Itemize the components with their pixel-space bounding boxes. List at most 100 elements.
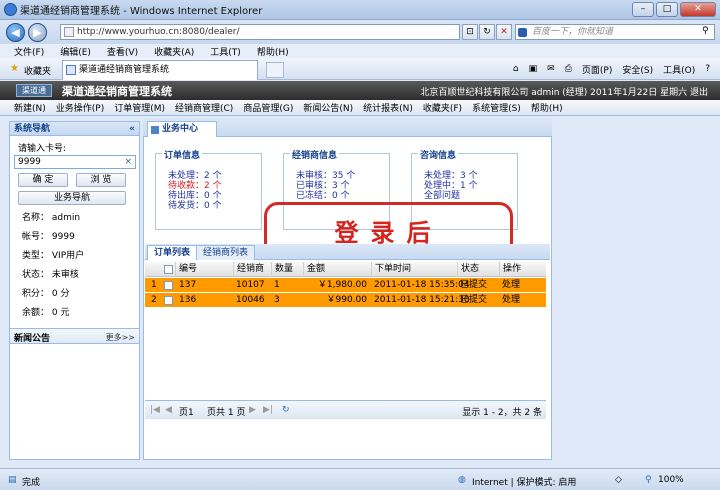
order-shipping[interactable]: 待发货：0 个 [168, 201, 222, 211]
menu-favorites[interactable]: 收藏夹(A) [154, 45, 194, 58]
col-dealer[interactable]: 经销商 [233, 262, 271, 277]
col-time[interactable]: 下单时间 [371, 262, 457, 277]
security-icon[interactable]: ◇ [615, 475, 622, 485]
consult-pending[interactable]: 未处理：3 个 [424, 171, 478, 181]
collapse-icon[interactable]: « [129, 122, 135, 136]
app-menu-orders[interactable]: 订单管理(M) [114, 101, 165, 114]
address-input[interactable]: http://www.yourhuo.cn:8080/dealer/ [60, 24, 460, 40]
field-account: 帐号： 9999 [22, 229, 75, 242]
row-id: 137 [179, 280, 197, 290]
tab-order-list[interactable]: 订单列表 [147, 245, 198, 260]
news-more-link[interactable]: 更多>> [106, 332, 135, 343]
row-time: 2011-01-18 15:21:30 [374, 295, 470, 305]
confirm-button[interactable]: 确 定 [18, 173, 68, 187]
maximize-icon[interactable]: □ [656, 2, 678, 17]
col-action[interactable]: 操作 [499, 262, 546, 277]
back-icon[interactable]: ◀ [6, 23, 25, 42]
app-menu-new[interactable]: 新建(N) [14, 101, 46, 114]
feeds-icon[interactable]: ▣ [529, 64, 538, 74]
dealer-reviewed[interactable]: 已审核：3 个 [296, 181, 355, 191]
dealer-frozen[interactable]: 已冻结：0 个 [296, 191, 355, 201]
next-page-icon[interactable]: ▶ [249, 405, 256, 415]
field-value: 9999 [51, 232, 75, 242]
app-menu-news[interactable]: 新闻公告(N) [303, 101, 353, 114]
window-controls: – □ ✕ [632, 2, 716, 17]
row-qty: 1 [274, 280, 280, 290]
menu-view[interactable]: 查看(V) [107, 45, 138, 58]
app-title: 渠道通经销商管理系统 [62, 85, 172, 98]
search-input[interactable]: 百度一下，你就知道 [515, 24, 715, 40]
row-process-link[interactable]: 处理 [502, 293, 520, 307]
compat-icon[interactable]: ⊡ [462, 24, 478, 40]
safety-menu[interactable]: 安全(S) [622, 63, 653, 76]
col-qty[interactable]: 数量 [271, 262, 303, 277]
dealer-unreviewed[interactable]: 未审核：35 个 [296, 171, 355, 181]
last-page-icon[interactable]: ▶| [263, 405, 273, 415]
tab-page-icon [66, 65, 76, 75]
first-page-icon[interactable]: |◀ [150, 405, 160, 415]
print-icon[interactable]: ⎙ [565, 64, 572, 74]
menu-tools[interactable]: 工具(T) [210, 45, 241, 58]
status-text: 完成 [22, 478, 41, 488]
row-time: 2011-01-18 15:35:04 [374, 280, 470, 290]
order-info-box: 订单信息 未处理：2 个 待收款：2 个 待出库：0 个 待发货：0 个 [155, 148, 262, 230]
tools-menu[interactable]: 工具(O) [663, 63, 695, 76]
menu-help[interactable]: 帮助(H) [257, 45, 289, 58]
app-menu-business[interactable]: 业务操作(P) [56, 101, 104, 114]
consult-processing[interactable]: 处理中：1 个 [424, 181, 478, 191]
select-all-checkbox[interactable] [164, 265, 173, 274]
table-row[interactable]: 1 137 10107 1 ￥1,980.00 2011-01-18 15:35… [145, 278, 546, 293]
refresh-grid-icon[interactable]: ↻ [282, 405, 290, 415]
tab-dealer-list[interactable]: 经销商列表 [196, 245, 256, 260]
close-icon[interactable]: ✕ [680, 2, 716, 17]
app-menu-dealers[interactable]: 经销商管理(C) [175, 101, 233, 114]
tab-business-center[interactable]: 业务中心 [147, 121, 217, 137]
refresh-icon[interactable]: ↻ [479, 24, 495, 40]
col-amount[interactable]: 金额 [303, 262, 371, 277]
order-receivable[interactable]: 待收款：2 个 [168, 181, 222, 191]
browser-tab[interactable]: 渠道通经销商管理系统 [62, 60, 258, 80]
sidebar-panel: 系统导航 « 请输入卡号: 9999 × 确 定 浏 览 业务导航 名称： admi… [9, 121, 140, 460]
forward-icon[interactable]: ▶ [28, 23, 47, 42]
row-checkbox[interactable] [164, 281, 173, 290]
app-menu-products[interactable]: 商品管理(G) [243, 101, 293, 114]
clear-icon[interactable]: × [124, 156, 132, 168]
minimize-icon[interactable]: – [632, 2, 654, 17]
home-icon[interactable]: ⌂ [513, 64, 519, 74]
col-id[interactable]: 编号 [175, 262, 233, 277]
row-process-link[interactable]: 处理 [502, 278, 520, 292]
search-icon[interactable]: ⚲ [702, 26, 709, 36]
order-pending[interactable]: 未处理：2 个 [168, 171, 222, 181]
consult-info-title: 咨询信息 [418, 148, 459, 161]
app-menu-favorites[interactable]: 收藏夹(F) [423, 101, 462, 114]
field-status: 状态： 未审核 [22, 267, 79, 280]
app-menu-reports[interactable]: 统计报表(N) [363, 101, 413, 114]
menu-file[interactable]: 文件(F) [14, 45, 44, 58]
row-qty: 3 [274, 295, 280, 305]
new-tab-button[interactable] [266, 62, 284, 78]
prev-page-icon[interactable]: ◀ [165, 405, 172, 415]
page-number[interactable]: 页1 [179, 405, 194, 418]
consult-all[interactable]: 全部问题 [424, 191, 478, 201]
zoom-level[interactable]: 100% [658, 475, 684, 485]
browse-button[interactable]: 浏 览 [76, 173, 126, 187]
menu-edit[interactable]: 编辑(E) [60, 45, 91, 58]
card-input[interactable]: 9999 × [14, 155, 136, 169]
sidebar-header: 系统导航 « [10, 122, 139, 136]
help-icon[interactable]: ? [705, 64, 710, 74]
order-outbound[interactable]: 待出库：0 个 [168, 191, 222, 201]
tab-label: 业务中心 [162, 124, 199, 134]
grid-header: 编号 经销商 数量 金额 下单时间 状态 操作 [145, 262, 546, 277]
user-info: 北京百顺世纪科技有限公司 admin (经理) 2011年1月22日 星期六 退… [420, 88, 708, 98]
col-status[interactable]: 状态 [457, 262, 499, 277]
app-menu-help[interactable]: 帮助(H) [531, 101, 563, 114]
favorites-button[interactable]: 收藏夹 [24, 64, 51, 77]
mail-icon[interactable]: ✉ [547, 64, 555, 74]
row-checkbox[interactable] [164, 296, 173, 305]
stop-icon[interactable]: ✕ [496, 24, 512, 40]
page-menu[interactable]: 页面(P) [582, 63, 612, 76]
app-menu-system[interactable]: 系统管理(S) [472, 101, 521, 114]
table-row[interactable]: 2 136 10046 3 ￥990.00 2011-01-18 15:21:3… [145, 293, 546, 308]
done-icon: ▤ [8, 475, 17, 485]
nav-button[interactable]: 业务导航 [18, 191, 126, 205]
